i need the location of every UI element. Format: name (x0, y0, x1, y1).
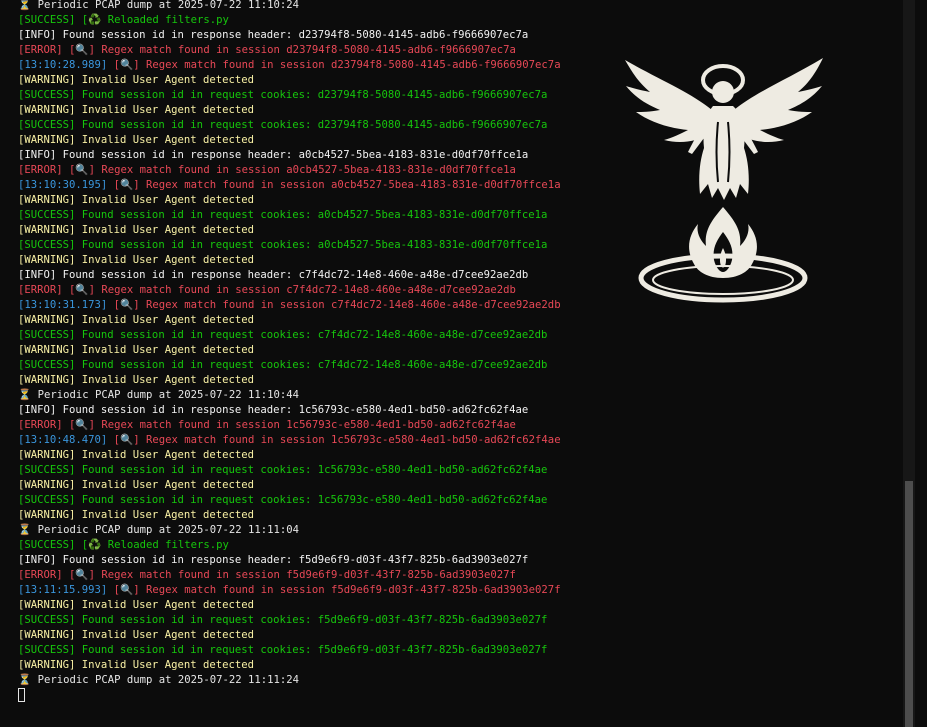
log-line: ⏳ Periodic PCAP dump at 2025-07-22 11:11… (18, 524, 300, 536)
log-message: [🔍] Regex match found in session f5d9e6f… (107, 584, 561, 596)
log-line: [ERROR] [🔍] Regex match found in session… (18, 284, 516, 296)
log-line: [WARNING] Invalid User Agent detected (18, 374, 254, 386)
log-line: [SUCCESS] Found session id in request co… (18, 239, 548, 251)
log-line: [INFO] Found session id in response head… (18, 404, 529, 416)
log-line: [13:10:28.989] [🔍] Regex match found in … (18, 58, 561, 73)
log-line: [SUCCESS] Found session id in request co… (18, 359, 548, 371)
log-line: [13:10:48.470] [🔍] Regex match found in … (18, 433, 561, 448)
log-line: [WARNING] Invalid User Agent detected (18, 344, 254, 356)
log-line: ⏳ Periodic PCAP dump at 2025-07-22 11:10… (18, 389, 300, 401)
log-line: [13:10:30.195] [🔍] Regex match found in … (18, 178, 561, 193)
text-cursor (18, 688, 25, 702)
log-line: [WARNING] Invalid User Agent detected (18, 599, 254, 611)
log-line: [SUCCESS] Found session id in request co… (18, 644, 548, 656)
log-line: [ERROR] [🔍] Regex match found in session… (18, 569, 516, 581)
log-message: [🔍] Regex match found in session 1c56793… (107, 434, 561, 446)
log-line: ⏳ Periodic PCAP dump at 2025-07-22 11:11… (18, 674, 300, 686)
log-timestamp: [13:10:31.173] (18, 299, 108, 311)
log-line: [WARNING] Invalid User Agent detected (18, 74, 254, 86)
log-line: [SUCCESS] Found session id in request co… (18, 464, 548, 476)
log-line: [13:11:15.993] [🔍] Regex match found in … (18, 583, 561, 598)
log-line: [INFO] Found session id in response head… (18, 554, 529, 566)
terminal-window[interactable]: ⏳ Periodic PCAP dump at 2025-07-22 11:10… (0, 0, 915, 727)
log-line: [SUCCESS] Found session id in request co… (18, 119, 548, 131)
log-line: [ERROR] [🔍] Regex match found in session… (18, 44, 516, 56)
log-timestamp: [13:10:48.470] (18, 434, 108, 446)
vertical-scrollbar[interactable] (903, 0, 915, 727)
log-timestamp: [13:10:28.989] (18, 59, 108, 71)
log-line: [WARNING] Invalid User Agent detected (18, 509, 254, 521)
log-line: [ERROR] [🔍] Regex match found in session… (18, 419, 516, 431)
log-line: ⏳ Periodic PCAP dump at 2025-07-22 11:10… (18, 0, 300, 11)
log-line: [13:10:31.173] [🔍] Regex match found in … (18, 298, 561, 313)
log-line: [SUCCESS] Found session id in request co… (18, 494, 548, 506)
log-message: [🔍] Regex match found in session d23794f… (107, 59, 561, 71)
log-line: [SUCCESS] Found session id in request co… (18, 614, 548, 626)
log-timestamp: [13:10:30.195] (18, 179, 108, 191)
log-line: [INFO] Found session id in response head… (18, 29, 529, 41)
log-line: [WARNING] Invalid User Agent detected (18, 659, 254, 671)
scrollbar-thumb[interactable] (905, 481, 913, 727)
log-line: [WARNING] Invalid User Agent detected (18, 134, 254, 146)
log-line: [WARNING] Invalid User Agent detected (18, 104, 254, 116)
prompt-line[interactable] (18, 688, 561, 703)
log-line: [WARNING] Invalid User Agent detected (18, 629, 254, 641)
log-line: [ERROR] [🔍] Regex match found in session… (18, 164, 516, 176)
log-line: [SUCCESS] Found session id in request co… (18, 209, 548, 221)
log-line: [INFO] Found session id in response head… (18, 149, 529, 161)
log-message: [🔍] Regex match found in session c7f4dc7… (107, 299, 561, 311)
log-timestamp: [13:11:15.993] (18, 584, 108, 596)
log-line: [WARNING] Invalid User Agent detected (18, 254, 254, 266)
log-line: [SUCCESS] Found session id in request co… (18, 89, 548, 101)
log-line: [SUCCESS] [♻️ Reloaded filters.py (18, 539, 229, 551)
log-line: [SUCCESS] [♻️ Reloaded filters.py (18, 14, 229, 26)
log-line: [INFO] Found session id in response head… (18, 269, 529, 281)
log-line: [WARNING] Invalid User Agent detected (18, 194, 254, 206)
log-line: [WARNING] Invalid User Agent detected (18, 479, 254, 491)
log-output: ⏳ Periodic PCAP dump at 2025-07-22 11:10… (18, 0, 561, 703)
log-line: [SUCCESS] Found session id in request co… (18, 329, 548, 341)
log-line: [WARNING] Invalid User Agent detected (18, 449, 254, 461)
log-message: [🔍] Regex match found in session a0cb452… (107, 179, 561, 191)
log-line: [WARNING] Invalid User Agent detected (18, 224, 254, 236)
angel-flame-icon (625, 58, 823, 303)
log-line: [WARNING] Invalid User Agent detected (18, 314, 254, 326)
